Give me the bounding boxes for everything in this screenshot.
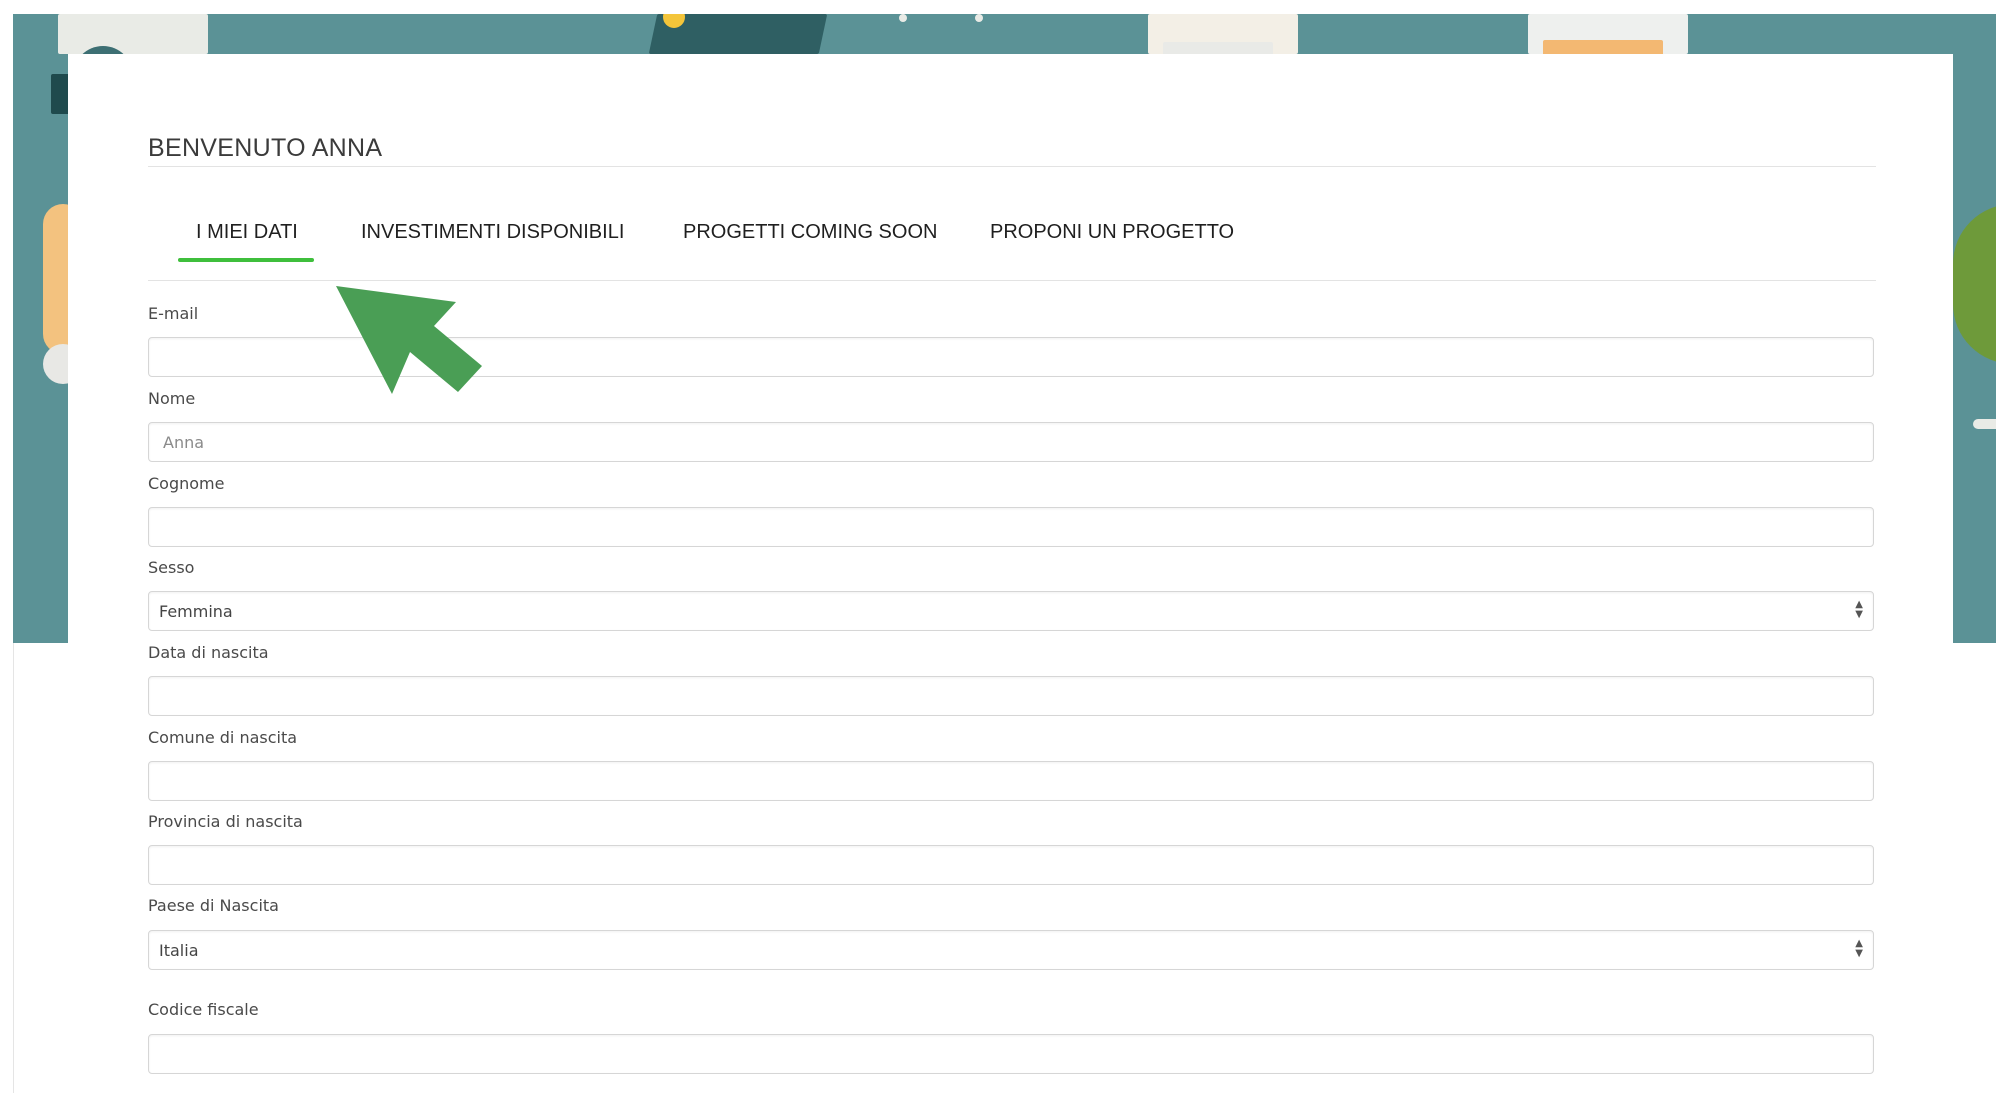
comune-nascita-field[interactable] (148, 761, 1874, 801)
tabs-divider (148, 280, 1876, 281)
provincia-nascita-field[interactable] (148, 845, 1874, 885)
tab-proponi-un-progetto[interactable]: PROPONI UN PROGETTO (990, 221, 1234, 244)
hero-decoration (1973, 419, 1996, 429)
hero-dot (975, 14, 983, 22)
tab-bar: I MIEI DATI INVESTIMENTI DISPONIBILI PRO… (148, 202, 1876, 272)
hero-decoration (58, 14, 208, 54)
nome-field[interactable] (148, 422, 1874, 462)
codice-fiscale-label: Codice fiscale (148, 1000, 259, 1019)
sesso-label: Sesso (148, 558, 195, 577)
profile-card: BENVENUTO ANNA I MIEI DATI INVESTIMENTI … (68, 54, 1953, 1093)
paese-nascita-label: Paese di Nascita (148, 896, 279, 915)
tab-investimenti-disponibili[interactable]: INVESTIMENTI DISPONIBILI (361, 221, 624, 244)
cognome-label: Cognome (148, 474, 225, 493)
up-down-caret-icon: ▲ ▼ (1855, 599, 1863, 620)
pointer-arrow-icon (336, 286, 482, 394)
sesso-select[interactable]: Femmina ▲ ▼ (148, 591, 1874, 631)
codice-fiscale-field[interactable] (148, 1034, 1874, 1074)
data-nascita-field[interactable] (148, 676, 1874, 716)
cognome-field[interactable] (148, 507, 1874, 547)
page-edge-divider (13, 643, 14, 1093)
hero-decoration (1953, 204, 1996, 364)
paese-selected-value: Italia (159, 940, 199, 960)
tab-progetti-coming-soon[interactable]: PROGETTI COMING SOON (683, 221, 937, 244)
paese-nascita-select[interactable]: Italia ▲ ▼ (148, 930, 1874, 970)
provincia-nascita-label: Provincia di nascita (148, 812, 303, 831)
up-down-caret-icon: ▲ ▼ (1855, 938, 1863, 959)
welcome-title: BENVENUTO ANNA (148, 134, 383, 162)
email-label: E-mail (148, 304, 199, 323)
sesso-selected-value: Femmina (159, 601, 233, 621)
comune-nascita-label: Comune di nascita (148, 728, 298, 747)
active-tab-indicator (178, 258, 314, 262)
tab-i-miei-dati[interactable]: I MIEI DATI (196, 221, 298, 244)
page: BENVENUTO ANNA I MIEI DATI INVESTIMENTI … (0, 0, 1996, 1093)
nome-label: Nome (148, 389, 196, 408)
data-nascita-label: Data di nascita (148, 643, 269, 662)
hero-dot (899, 14, 907, 22)
title-divider (148, 166, 1876, 167)
